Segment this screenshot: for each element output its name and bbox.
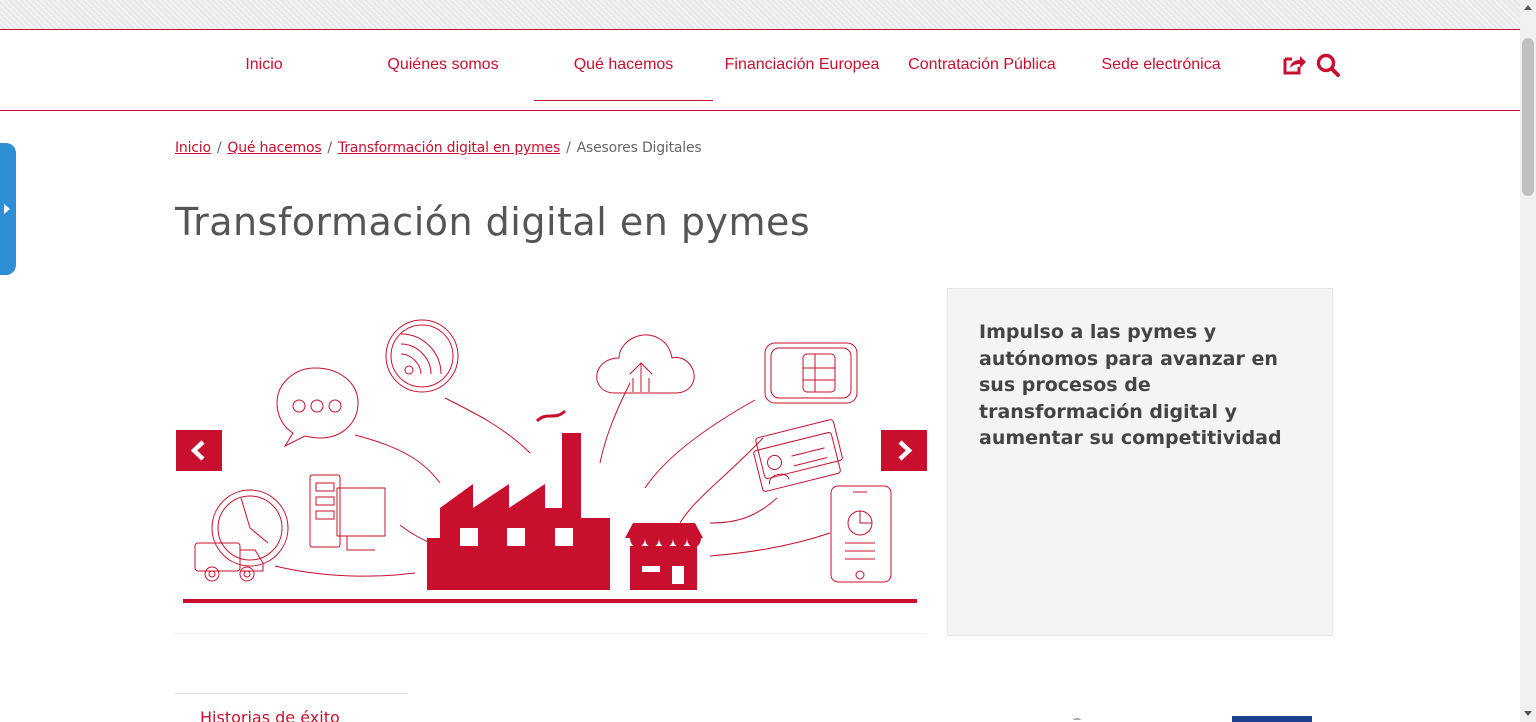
page-scrollbar[interactable] (1520, 0, 1536, 722)
breadcrumb: Inicio / Qué hacemos / Transformación digita… (175, 140, 702, 156)
nav-item-sede-electronica[interactable]: Sede electrónica (1086, 31, 1236, 101)
caret-right-icon (4, 204, 10, 214)
breadcrumb-separator: / (327, 140, 332, 156)
info-panel-text: Impulso a las pymes y autónomos para ava… (979, 321, 1282, 449)
breadcrumb-link-inicio[interactable]: Inicio (175, 140, 211, 156)
chevron-left-icon (190, 440, 205, 461)
browser-top-strip (0, 0, 1520, 30)
main-navigation: Inicio Quiénes somos Qué hacemos Financi… (0, 31, 1520, 111)
nav-item-quienes-somos[interactable]: Quiénes somos (370, 31, 516, 101)
partial-logo-mark (1073, 718, 1081, 722)
breadcrumb-current: Asesores Digitales (576, 140, 702, 156)
carousel-next-button[interactable] (881, 430, 927, 471)
carousel-prev-button[interactable] (176, 430, 222, 471)
scrollbar-thumb[interactable] (1522, 38, 1534, 196)
nav-item-contratacion-publica[interactable]: Contratación Pública (896, 31, 1068, 101)
scroll-up-arrow-icon[interactable] (1524, 5, 1532, 10)
breadcrumb-separator: / (566, 140, 571, 156)
eu-logo (1232, 716, 1312, 722)
digital-transformation-illustration (183, 319, 917, 603)
scroll-down-arrow-icon[interactable] (1524, 711, 1532, 716)
share-icon[interactable] (1281, 52, 1307, 78)
nav-item-financiacion-europea[interactable]: Financiación Europea (716, 31, 888, 101)
side-panel-toggle[interactable] (0, 143, 16, 275)
page-title: Transformación digital en pymes (175, 200, 811, 244)
breadcrumb-separator: / (216, 140, 222, 156)
breadcrumb-link-transformacion-digital[interactable]: Transformación digital en pymes (338, 140, 560, 156)
nav-item-que-hacemos[interactable]: Qué hacemos (534, 31, 713, 101)
nav-item-inicio[interactable]: Inicio (214, 31, 314, 101)
subnav-item-historias-de-exito[interactable]: Historias de éxito (200, 708, 340, 722)
chevron-right-icon (898, 440, 913, 461)
info-panel: Impulso a las pymes y autónomos para ava… (947, 288, 1333, 636)
secondary-navigation: Historias de éxito (175, 693, 408, 722)
search-icon[interactable] (1315, 52, 1341, 78)
image-carousel (175, 288, 927, 634)
breadcrumb-link-que-hacemos[interactable]: Qué hacemos (227, 140, 321, 156)
